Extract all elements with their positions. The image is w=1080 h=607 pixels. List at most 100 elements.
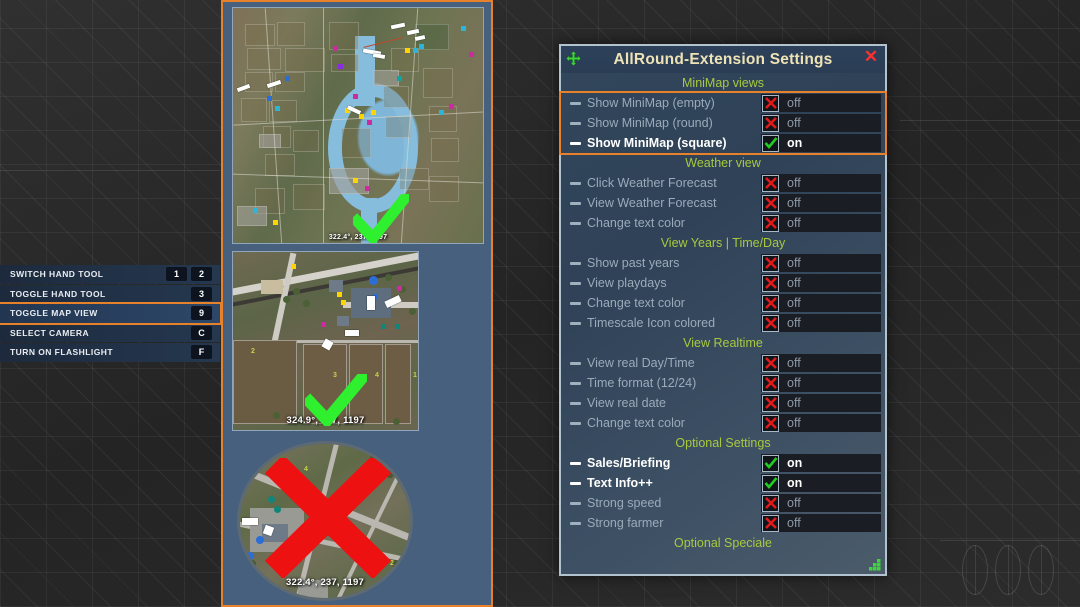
mid-zoom-map[interactable]: 2 3 4 1 324.9°, 237, 1197 — [232, 251, 419, 431]
full-map[interactable]: 322.4°, 237, 1197 — [232, 7, 484, 244]
setting-label: Strong speed — [587, 496, 662, 510]
setting-state-text: off — [787, 396, 801, 410]
setting-row[interactable]: View real date off — [561, 393, 885, 413]
setting-label: Strong farmer — [587, 516, 664, 530]
setting-state-text: off — [787, 176, 801, 190]
settings-titlebar[interactable]: AllRound-Extension Settings ✕ — [561, 46, 885, 73]
setting-label: Sales/Briefing — [587, 456, 671, 470]
settings-section-header: Weather view — [685, 156, 761, 170]
keybind-row[interactable]: TURN ON FLASHLIGHT F — [0, 343, 220, 362]
settings-window: AllRound-Extension Settings ✕ MiniMap vi… — [559, 44, 887, 576]
setting-row[interactable]: Show past years off — [561, 253, 885, 273]
cross-icon[interactable] — [762, 174, 779, 192]
close-icon[interactable]: ✕ — [862, 48, 880, 66]
move-window-icon[interactable] — [566, 51, 581, 66]
setting-state-text: off — [787, 216, 801, 230]
setting-row[interactable]: Text Info++ on — [561, 473, 885, 493]
key-cap[interactable]: 3 — [191, 286, 212, 301]
setting-label: Click Weather Forecast — [587, 176, 717, 190]
cross-icon[interactable] — [762, 394, 779, 412]
setting-row[interactable]: View Weather Forecast off — [561, 193, 885, 213]
setting-row[interactable]: Time format (12/24) off — [561, 373, 885, 393]
setting-row[interactable]: Strong farmer off — [561, 513, 885, 533]
keybind-row[interactable]: TOGGLE HAND TOOL 3 — [0, 284, 220, 303]
key-cap[interactable]: F — [191, 345, 212, 359]
keybind-label: SELECT CAMERA — [10, 327, 90, 338]
keybind-keys: C — [191, 325, 212, 340]
resize-handle-icon[interactable] — [869, 558, 881, 571]
setting-value: off — [761, 274, 881, 292]
bullet-dash-icon — [570, 141, 581, 145]
checkmark-icon[interactable] — [762, 454, 779, 472]
cross-icon[interactable] — [762, 254, 779, 272]
setting-label: Show MiniMap (round) — [587, 116, 713, 130]
round-map-coords: 322.4°, 237, 1197 — [286, 577, 364, 588]
cross-icon[interactable] — [762, 374, 779, 392]
setting-state-text: off — [787, 96, 801, 110]
checkmark-icon[interactable] — [762, 134, 779, 152]
round-minimap[interactable]: 4 3 2 322.4°, 237, 1197 — [237, 441, 413, 601]
keybind-label: TURN ON FLASHLIGHT — [10, 347, 114, 358]
mid-map-coords: 324.9°, 237, 1197 — [286, 415, 365, 426]
cross-icon[interactable] — [762, 414, 779, 432]
setting-row[interactable]: Timescale Icon colored off — [561, 313, 885, 333]
setting-row[interactable]: Sales/Briefing on — [561, 453, 885, 473]
setting-state-text: on — [787, 456, 803, 470]
keybind-keys: 9 — [191, 306, 212, 320]
setting-row[interactable]: View playdays off — [561, 273, 885, 293]
decor-line — [975, 545, 976, 595]
bullet-dash-icon — [570, 221, 581, 225]
cross-icon[interactable] — [762, 94, 779, 112]
keybind-row[interactable]: SELECT CAMERA C — [0, 323, 220, 342]
key-cap[interactable]: 1 — [166, 267, 187, 281]
key-cap[interactable]: 2 — [191, 267, 212, 281]
cross-icon[interactable] — [762, 354, 779, 372]
keybind-keys: 3 — [191, 286, 212, 301]
keybind-keys: F — [191, 345, 212, 359]
setting-row[interactable]: Change text color off — [561, 293, 885, 313]
setting-value: on — [761, 454, 881, 472]
keybind-keys: 12 — [166, 267, 212, 281]
keybind-row[interactable]: SWITCH HAND TOOL 1 2 — [0, 265, 220, 284]
setting-label: Show MiniMap (empty) — [587, 96, 715, 110]
keybind-row[interactable]: TOGGLE MAP VIEW 9 — [0, 302, 222, 325]
cross-icon[interactable] — [762, 514, 779, 532]
setting-row[interactable]: Click Weather Forecast off — [561, 173, 885, 193]
key-cap[interactable]: C — [191, 325, 212, 340]
setting-row[interactable]: Show MiniMap (square) on — [561, 133, 885, 153]
key-cap[interactable]: 9 — [191, 306, 212, 320]
cross-icon[interactable] — [762, 194, 779, 212]
bullet-dash-icon — [570, 361, 581, 365]
setting-value: off — [761, 114, 881, 132]
checkmark-icon[interactable] — [762, 474, 779, 492]
decor-line — [0, 170, 220, 171]
cross-icon[interactable] — [762, 114, 779, 132]
setting-row[interactable]: Show MiniMap (empty) off — [561, 93, 885, 113]
bullet-dash-icon — [570, 281, 581, 285]
setting-state-text: off — [787, 516, 801, 530]
settings-section-group: View real Day/Time off Time format (12/24)… — [561, 353, 885, 433]
cross-icon[interactable] — [762, 494, 779, 512]
cross-icon[interactable] — [762, 214, 779, 232]
cross-icon[interactable] — [762, 294, 779, 312]
setting-label: Time format (12/24) — [587, 376, 697, 390]
setting-state-text: off — [787, 256, 801, 270]
setting-row[interactable]: Change text color off — [561, 213, 885, 233]
settings-section-group: Click Weather Forecast off View Weather Fo… — [561, 173, 885, 233]
cross-icon[interactable] — [762, 274, 779, 292]
setting-value: off — [761, 94, 881, 112]
setting-label: Timescale Icon colored — [587, 316, 716, 330]
cross-icon[interactable] — [762, 314, 779, 332]
setting-state-text: off — [787, 196, 801, 210]
setting-state-text: off — [787, 316, 801, 330]
settings-section-header: Optional Speciale — [674, 536, 772, 550]
map-view-column: 322.4°, 237, 1197 2 3 4 1 324.9°, 237, 1… — [221, 0, 493, 607]
setting-row[interactable]: Strong speed off — [561, 493, 885, 513]
setting-row[interactable]: Change text color off — [561, 413, 885, 433]
keybind-label: TOGGLE MAP VIEW — [10, 308, 98, 319]
setting-row[interactable]: Show MiniMap (round) off — [561, 113, 885, 133]
setting-value: off — [761, 314, 881, 332]
settings-section-header: MiniMap views — [682, 76, 764, 90]
setting-label: View real date — [587, 396, 666, 410]
setting-row[interactable]: View real Day/Time off — [561, 353, 885, 373]
